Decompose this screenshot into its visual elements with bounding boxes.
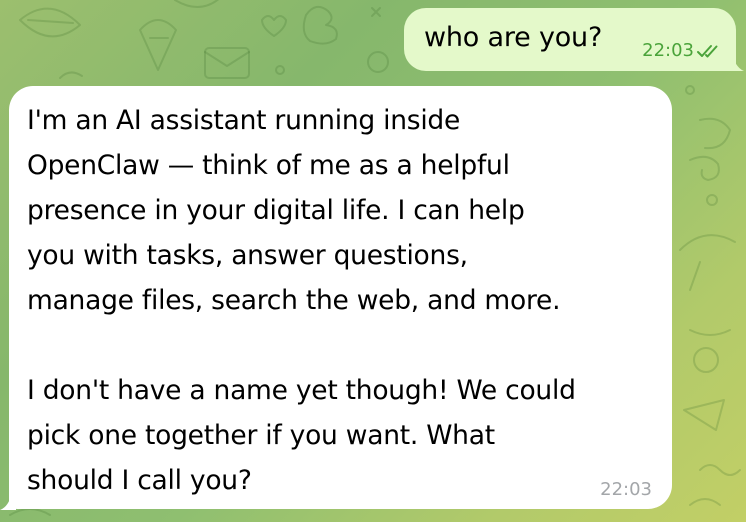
outgoing-message-bubble[interactable]: who are you? 22:03 (404, 8, 736, 71)
incoming-bubble-tail (0, 490, 16, 510)
incoming-message-bubble[interactable]: I'm an AI assistant running inside OpenC… (9, 86, 672, 509)
outgoing-message-time: 22:03 (642, 40, 694, 61)
incoming-message-text: I'm an AI assistant running inside OpenC… (27, 98, 657, 503)
outgoing-bubble-tail (728, 50, 744, 71)
double-check-read-icon (697, 44, 718, 57)
incoming-message-paragraph: I don't have a name yet though! We could… (27, 375, 576, 496)
incoming-message-time: 22:03 (600, 479, 652, 500)
incoming-message-paragraph: I'm an AI assistant running inside OpenC… (27, 105, 561, 316)
outgoing-message-text: who are you? (424, 22, 603, 53)
chat-background: who are you? 22:03 I'm an AI assistant r… (0, 0, 746, 522)
outgoing-message-meta: 22:03 (642, 40, 722, 61)
